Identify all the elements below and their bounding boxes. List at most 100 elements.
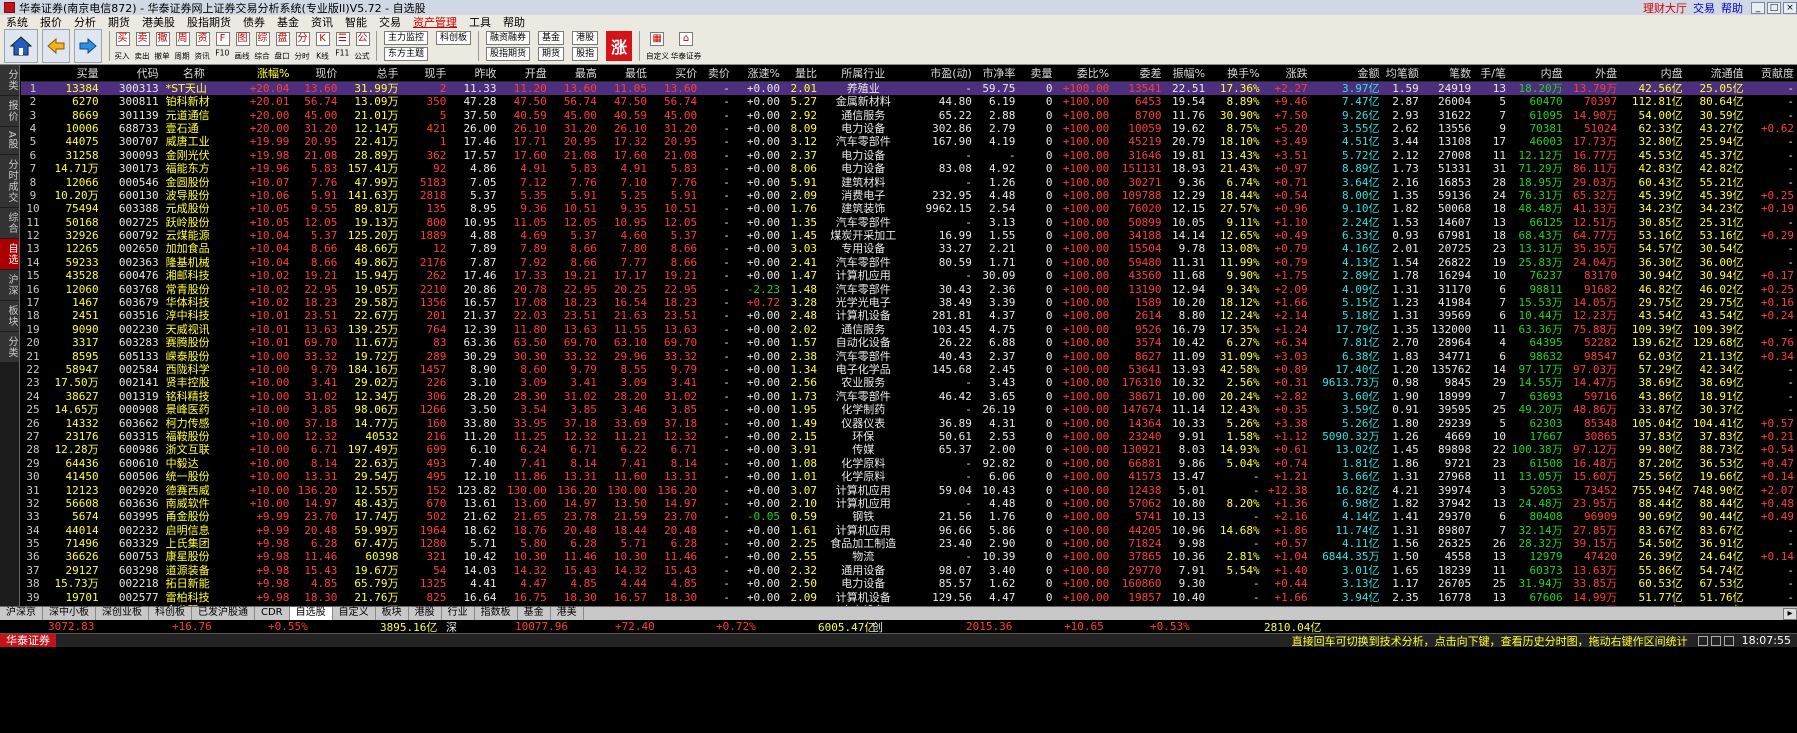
back-arrow-icon[interactable] <box>42 29 70 63</box>
table-row[interactable]: 2 6270 300811 铂科新材 +20.01 56.74 13.09万 350 47.28… <box>21 95 1797 108</box>
toolbar-button[interactable]: 图画线 <box>233 29 252 63</box>
self-define-button[interactable]: ▦ 自定义 <box>643 29 671 63</box>
futures-button[interactable]: 期货 <box>538 47 565 61</box>
index-futures-button[interactable]: 股指期货 <box>486 47 531 61</box>
table-row[interactable]: 5 44075 300707 威唐工业 +19.99 20.95 22.41万 1 17.46 1… <box>21 135 1797 148</box>
side-tab[interactable]: 板块 <box>0 300 19 331</box>
fund-button[interactable]: 基金 <box>538 31 565 45</box>
column-header[interactable]: 贡献度 <box>1746 65 1797 82</box>
column-header[interactable]: 买量 <box>44 65 102 82</box>
menu-item[interactable]: 交易 <box>373 14 407 30</box>
bottom-tab[interactable]: 已发沪股通 <box>192 607 255 620</box>
bottom-tab[interactable]: CDR <box>255 607 290 620</box>
toolbar-button[interactable]: 周周期 <box>173 29 192 63</box>
table-row[interactable]: 25 14.65万 000908 景峰医药 +10.00 3.85 98.06万 1266 3.… <box>21 403 1797 416</box>
column-header[interactable]: 代码 <box>101 65 162 82</box>
table-row[interactable]: 15 43528 600476 湘邮科技 +10.02 19.21 15.94万 262 17.… <box>21 269 1797 282</box>
table-row[interactable]: 33 5674 603995 甬金股份 +9.99 23.70 17.74万 502 21.62… <box>21 510 1797 523</box>
toolbar-button[interactable]: 分分时 <box>293 29 312 63</box>
table-row[interactable]: 21 8595 605133 嵘泰股份 +10.00 33.32 19.72万 289 30.2… <box>21 349 1797 363</box>
toolbar-button[interactable]: 盘盘口 <box>273 29 292 63</box>
column-header[interactable]: 委差 <box>1112 65 1165 82</box>
column-header[interactable]: 现价 <box>292 65 341 82</box>
column-header[interactable]: 外盘 <box>1565 65 1621 82</box>
bottom-tab[interactable]: 深中小板 <box>43 607 96 620</box>
toolbar-button[interactable]: 资资讯 <box>193 29 212 63</box>
table-row[interactable]: 34 44014 002232 启明信息 +9.99 20.48 59.99万 1964 18.… <box>21 524 1797 537</box>
table-row[interactable]: 23 17.50万 002141 贤丰控股 +10.00 3.41 29.02万 226 3.1… <box>21 376 1797 389</box>
column-header[interactable]: 市净率 <box>974 65 1019 82</box>
column-header[interactable]: 所属行业 <box>820 65 910 82</box>
bottom-tab[interactable]: 指数板 <box>475 607 518 620</box>
toolbar-button[interactable]: 买买入 <box>113 29 132 63</box>
rise-icon[interactable]: 涨 <box>606 31 633 61</box>
table-row[interactable]: 36 36626 600753 康星股份 +9.98 11.46 60398 321 10.42… <box>21 550 1797 563</box>
column-header[interactable]: 现手 <box>401 65 450 82</box>
message-icon[interactable] <box>1710 635 1721 646</box>
column-header[interactable]: 涨跌 <box>1262 65 1311 82</box>
column-header[interactable]: 最低 <box>599 65 650 82</box>
side-tab[interactable]: 分时成交 <box>0 154 19 207</box>
broker-badge[interactable]: 华泰证券 <box>0 633 56 648</box>
table-row[interactable]: 16 12060 603768 常青股份 +10.02 22.95 19.05万 2210 20… <box>21 282 1797 296</box>
table-row[interactable]: 30 41450 600506 统一股份 +10.00 13.31 29.54万 495 12.… <box>21 470 1797 483</box>
column-header[interactable]: 开盘 <box>499 65 550 82</box>
side-tab[interactable]: 综合 <box>0 207 19 238</box>
column-header[interactable]: 总手 <box>340 65 402 82</box>
menu-item[interactable]: 资讯 <box>305 14 339 30</box>
margin-trading-button[interactable]: 融资融券 <box>486 31 531 45</box>
menu-item[interactable]: 系统 <box>0 14 34 30</box>
column-header[interactable]: 买价 <box>649 65 701 82</box>
table-row[interactable]: 37 29127 603298 道源装备 +9.98 15.43 19.67万 54 14.03… <box>21 564 1797 577</box>
table-row[interactable]: 13 12265 002650 加加食品 +10.04 8.66 48.66万 12 7.89 7… <box>21 242 1797 255</box>
side-tab[interactable]: 分类 <box>0 331 19 362</box>
table-row[interactable]: 29 64436 600610 中毅达 +10.00 8.14 22.63万 493 7.40 7… <box>21 457 1797 470</box>
menu-item[interactable]: 报价 <box>34 14 68 30</box>
column-header[interactable]: 卖量 <box>1018 65 1056 82</box>
column-header[interactable]: 量比 <box>782 65 821 82</box>
column-header[interactable]: 笔数 <box>1421 65 1475 82</box>
table-row[interactable]: 26 14332 603662 柯力传感 +10.00 37.18 14.77万 160 33.… <box>21 416 1797 430</box>
toolbar-button[interactable]: ☰ F11 <box>333 29 352 63</box>
home-page-button[interactable]: ⌂ 华泰证券 <box>671 29 701 63</box>
column-header[interactable]: 内盘 <box>1508 65 1566 82</box>
menu-item[interactable]: 基金 <box>271 14 305 30</box>
star-market-button[interactable]: 科创板 <box>436 31 472 45</box>
menu-item[interactable]: 分析 <box>68 14 102 30</box>
column-header[interactable]: 名称 <box>161 65 230 82</box>
table-row[interactable]: 20 3317 603283 赛腾股份 +10.01 69.70 11.67万 83 63.36… <box>21 336 1797 349</box>
side-tab[interactable]: 报价 <box>0 96 19 126</box>
column-header[interactable]: 市盈(动) <box>909 65 975 82</box>
side-tab[interactable]: A股 <box>0 127 19 154</box>
sector-select-theme[interactable]: 东方主题 <box>384 47 429 61</box>
column-header[interactable]: 金额 <box>1310 65 1383 82</box>
close-button[interactable]: × <box>1783 1 1797 14</box>
column-header[interactable]: 手/笔 <box>1474 65 1509 82</box>
column-header[interactable]: 昨收 <box>449 65 500 82</box>
menu-item[interactable]: 港美股 <box>136 14 181 30</box>
lock-icon[interactable] <box>1697 635 1708 646</box>
menu-item[interactable]: 资产管理 <box>407 14 463 30</box>
table-row[interactable]: 10 75494 603388 元成股份 +10.05 9.55 89.81万 135 8.95… <box>21 202 1797 215</box>
table-row[interactable]: 28 12.28万 600986 浙文互联 +10.00 6.71 197.49万 699 6.… <box>21 443 1797 456</box>
table-row[interactable]: 11 50168 002725 跃岭股份 +10.05 12.05 19.13万 800 10.… <box>21 216 1797 229</box>
toolbar-button[interactable]: 公公式 <box>353 29 372 63</box>
table-row[interactable]: 24 38627 001319 铭科精技 +10.00 31.02 12.34万 306 28.… <box>21 390 1797 403</box>
toolbar-button[interactable]: K K线 <box>313 29 332 63</box>
column-header[interactable]: 最高 <box>549 65 600 82</box>
bottom-tab[interactable]: 港美 <box>551 607 584 620</box>
column-header[interactable]: 卖价 <box>700 65 733 82</box>
toolbar-button[interactable]: 撤撤单 <box>153 29 172 63</box>
table-row[interactable]: 22 58947 002584 西陇科学 +10.00 9.79 184.16万 1457 8.… <box>21 363 1797 376</box>
column-header[interactable]: 换手% <box>1208 65 1263 82</box>
table-row[interactable]: 19 9090 002230 天威视讯 +10.01 13.63 139.25万 764 12.… <box>21 323 1797 336</box>
menu-item[interactable]: 工具 <box>463 14 497 30</box>
home-icon[interactable] <box>4 29 38 63</box>
top-link-trade[interactable]: 交易 <box>1693 0 1715 16</box>
minimize-button[interactable]: _ <box>1751 1 1765 14</box>
bottom-tab[interactable]: 基金 <box>518 607 551 620</box>
forward-arrow-icon[interactable] <box>74 29 102 63</box>
top-link-lobby[interactable]: 理财大厅 <box>1643 0 1687 16</box>
table-row[interactable]: 9 10.20万 600130 波导股份 +10.06 5.91 141.63万 2818 5.… <box>21 189 1797 202</box>
bottom-tab[interactable]: 科创板 <box>149 607 192 620</box>
